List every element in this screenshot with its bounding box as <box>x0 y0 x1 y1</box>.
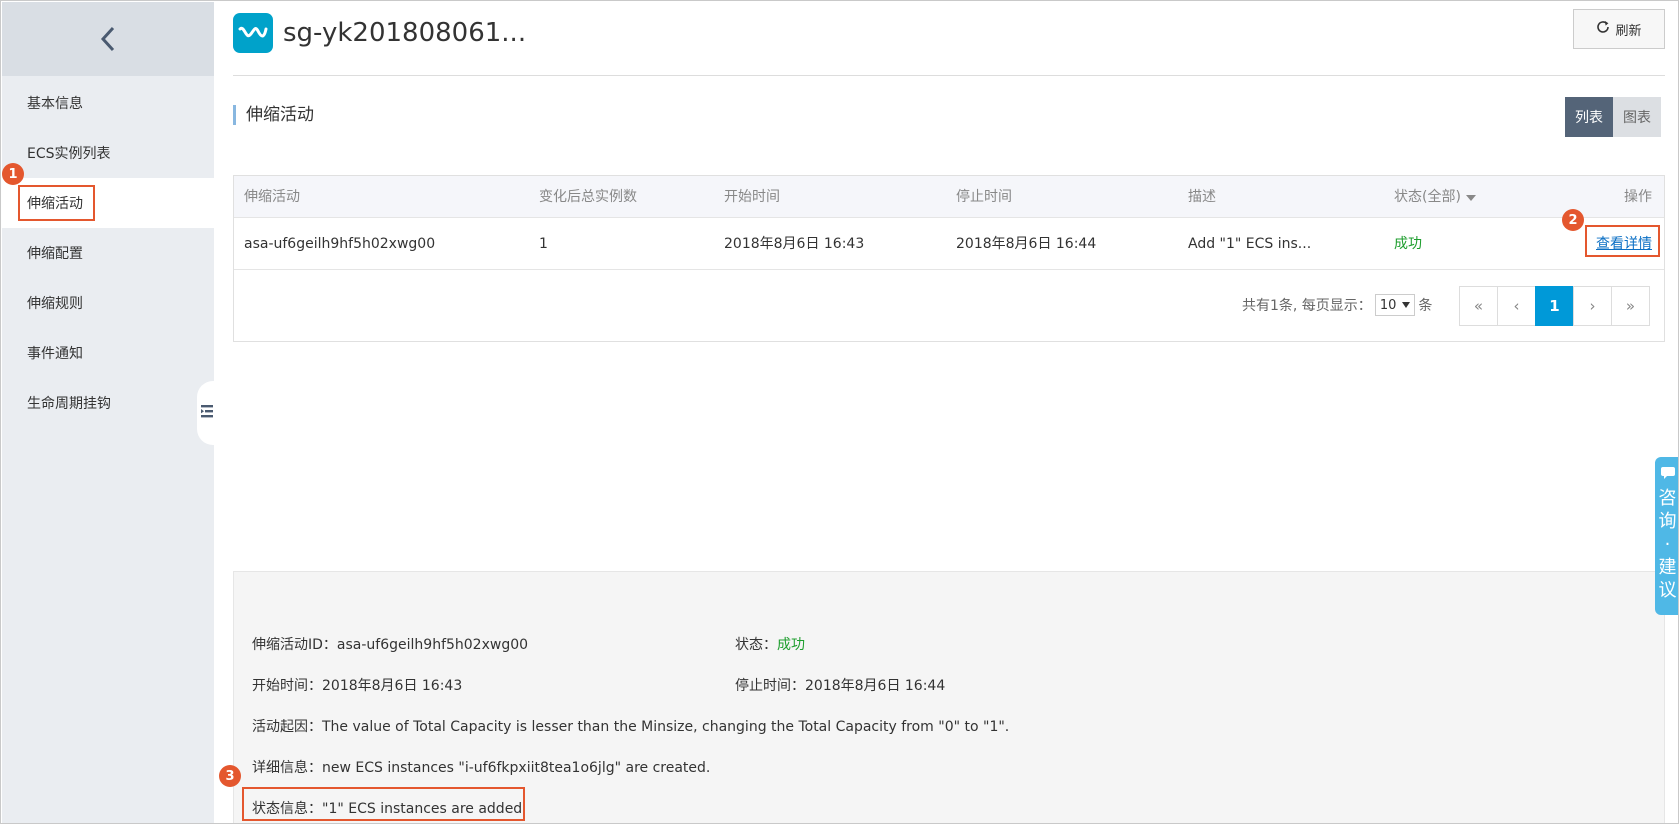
column-header-activity: 伸缩活动 <box>244 189 300 205</box>
view-details-link[interactable]: 查看详情 <box>1596 218 1652 270</box>
sidebar-item-label: ECS实例列表 <box>27 146 111 162</box>
chat-icon <box>1660 467 1675 483</box>
activity-detail-panel: 伸缩活动ID：asa-uf6geilh9hf5h02xwg00 状态：成功 开始… <box>233 571 1665 823</box>
sidebar-item-event-notify[interactable]: 事件通知 <box>2 328 214 378</box>
cell-total: 1 <box>539 236 548 252</box>
sidebar-item-scaling-activity[interactable]: 伸缩活动 <box>2 178 214 228</box>
detail-cause-label: 活动起因： <box>252 719 322 735</box>
refresh-icon <box>1596 20 1615 38</box>
detail-activity-id-value: asa-uf6geilh9hf5h02xwg00 <box>336 637 529 653</box>
sidebar: 基本信息 ECS实例列表 伸缩活动 伸缩配置 伸缩规则 事件通知 生命周期挂钩 <box>2 2 214 823</box>
prev-page-button[interactable]: ‹ <box>1497 286 1536 326</box>
detail-status-label: 状态： <box>735 637 777 653</box>
detail-cause-value: The value of Total Capacity is lesser th… <box>322 719 1010 735</box>
page-size-value: 10 <box>1379 297 1397 313</box>
pagination-summary-text: 共有1条, 每页显示： <box>1242 298 1372 314</box>
detail-stop-time-label: 停止时间： <box>735 678 805 694</box>
detail-state-value: "1" ECS instances are added <box>322 801 523 817</box>
view-chart-button[interactable]: 图表 <box>1613 97 1661 137</box>
first-page-button[interactable]: « <box>1459 286 1498 326</box>
detail-info-value: new ECS instances "i-uf6fkpxiit8tea1o6jl… <box>322 760 711 776</box>
refresh-label: 刷新 <box>1615 23 1642 39</box>
consult-char: 咨 <box>1658 488 1677 509</box>
consult-char: 询 <box>1658 511 1677 532</box>
cell-description: Add "1" ECS ins... <box>1188 236 1312 252</box>
sidebar-item-label: 事件通知 <box>27 346 83 362</box>
consult-char: 建 <box>1658 557 1677 578</box>
table-header: 伸缩活动 变化后总实例数 开始时间 停止时间 描述 状态(全部) 操作 <box>234 176 1664 218</box>
column-header-start: 开始时间 <box>724 189 780 205</box>
current-page-button[interactable]: 1 <box>1535 286 1574 326</box>
cell-start-time: 2018年8月6日 16:43 <box>724 236 865 252</box>
next-page-button[interactable]: › <box>1573 286 1612 326</box>
detail-start-time-value: 2018年8月6日 16:43 <box>322 678 463 694</box>
pager: « ‹ 1 › » <box>1459 286 1650 326</box>
sidebar-collapse-toggle[interactable] <box>197 381 217 445</box>
sidebar-item-lifecycle-hook[interactable]: 生命周期挂钩 <box>2 378 214 428</box>
detail-start-time: 开始时间：2018年8月6日 16:43 <box>252 675 462 695</box>
detail-status: 状态：成功 <box>735 634 805 654</box>
page-size-unit: 条 <box>1418 298 1433 314</box>
sidebar-header <box>2 2 214 76</box>
sidebar-nav: 基本信息 ECS实例列表 伸缩活动 伸缩配置 伸缩规则 事件通知 生命周期挂钩 <box>2 78 214 428</box>
detail-info-label: 详细信息： <box>252 760 322 776</box>
step-badge-3: 3 <box>219 765 241 787</box>
console-frame: 基本信息 ECS实例列表 伸缩活动 伸缩配置 伸缩规则 事件通知 生命周期挂钩 … <box>0 0 1679 824</box>
page-size-select[interactable]: 10 <box>1374 294 1416 316</box>
pagination-area: 共有1条, 每页显示： 10 条 « ‹ 1 › » <box>234 270 1664 340</box>
sidebar-item-label: 基本信息 <box>27 96 83 112</box>
cell-stop-time: 2018年8月6日 16:44 <box>956 236 1097 252</box>
header-divider <box>233 75 1665 76</box>
detail-start-time-label: 开始时间： <box>252 678 322 694</box>
view-list-button[interactable]: 列表 <box>1565 97 1613 137</box>
detail-info: 详细信息：new ECS instances "i-uf6fkpxiit8tea… <box>252 757 710 777</box>
page-title: sg-yk201808061... <box>283 18 527 48</box>
detail-cause: 活动起因：The value of Total Capacity is less… <box>252 716 1009 736</box>
refresh-button[interactable]: 刷新 <box>1573 9 1665 49</box>
sidebar-item-label: 伸缩活动 <box>27 196 83 212</box>
consult-char: 议 <box>1658 580 1677 601</box>
column-header-action: 操作 <box>1624 189 1652 205</box>
consult-char: · <box>1664 534 1671 555</box>
sidebar-item-label: 生命周期挂钩 <box>27 396 111 412</box>
sidebar-item-scaling-rules[interactable]: 伸缩规则 <box>2 278 214 328</box>
column-header-desc: 描述 <box>1188 189 1216 205</box>
detail-stop-time: 停止时间：2018年8月6日 16:44 <box>735 675 945 695</box>
sidebar-item-ecs-list[interactable]: ECS实例列表 <box>2 128 214 178</box>
app-logo-icon <box>233 13 273 53</box>
detail-stop-time-value: 2018年8月6日 16:44 <box>805 678 946 694</box>
sidebar-item-label: 伸缩规则 <box>27 296 83 312</box>
step-badge-1: 1 <box>2 163 24 185</box>
detail-state-message: 状态信息："1" ECS instances are added <box>252 798 522 818</box>
cell-activity-id: asa-uf6geilh9hf5h02xwg00 <box>244 236 436 252</box>
sidebar-item-basic-info[interactable]: 基本信息 <box>2 78 214 128</box>
view-toggle: 列表 图表 <box>1565 97 1661 137</box>
back-chevron-icon[interactable] <box>100 26 116 52</box>
table-row: asa-uf6geilh9hf5h02xwg00 1 2018年8月6日 16:… <box>234 218 1664 270</box>
cell-status: 成功 <box>1394 236 1422 252</box>
sidebar-item-label: 伸缩配置 <box>27 246 83 262</box>
detail-status-value: 成功 <box>777 637 805 653</box>
consult-suggest-tab[interactable]: 咨 询 · 建 议 <box>1655 457 1678 615</box>
column-header-total: 变化后总实例数 <box>539 189 637 205</box>
column-header-status-filter[interactable]: 状态(全部) <box>1394 176 1476 218</box>
sidebar-item-scaling-config[interactable]: 伸缩配置 <box>2 228 214 278</box>
collapse-icon <box>200 403 214 423</box>
status-filter-label: 状态(全部) <box>1394 189 1461 205</box>
last-page-button[interactable]: » <box>1611 286 1650 326</box>
step-badge-2: 2 <box>1562 209 1584 231</box>
column-header-stop: 停止时间 <box>956 189 1012 205</box>
activity-table: 伸缩活动 变化后总实例数 开始时间 停止时间 描述 状态(全部) 操作 asa-… <box>233 175 1665 342</box>
chevron-down-icon <box>1402 302 1411 308</box>
detail-activity-id-label: 伸缩活动ID： <box>252 637 337 653</box>
sort-caret-icon <box>1465 176 1476 218</box>
pagination-summary: 共有1条, 每页显示： 10 条 <box>1242 294 1432 316</box>
detail-activity-id: 伸缩活动ID：asa-uf6geilh9hf5h02xwg00 <box>252 634 528 654</box>
detail-state-label: 状态信息： <box>252 801 322 817</box>
page-header: sg-yk201808061... <box>233 13 526 53</box>
section-title: 伸缩活动 <box>233 105 314 125</box>
